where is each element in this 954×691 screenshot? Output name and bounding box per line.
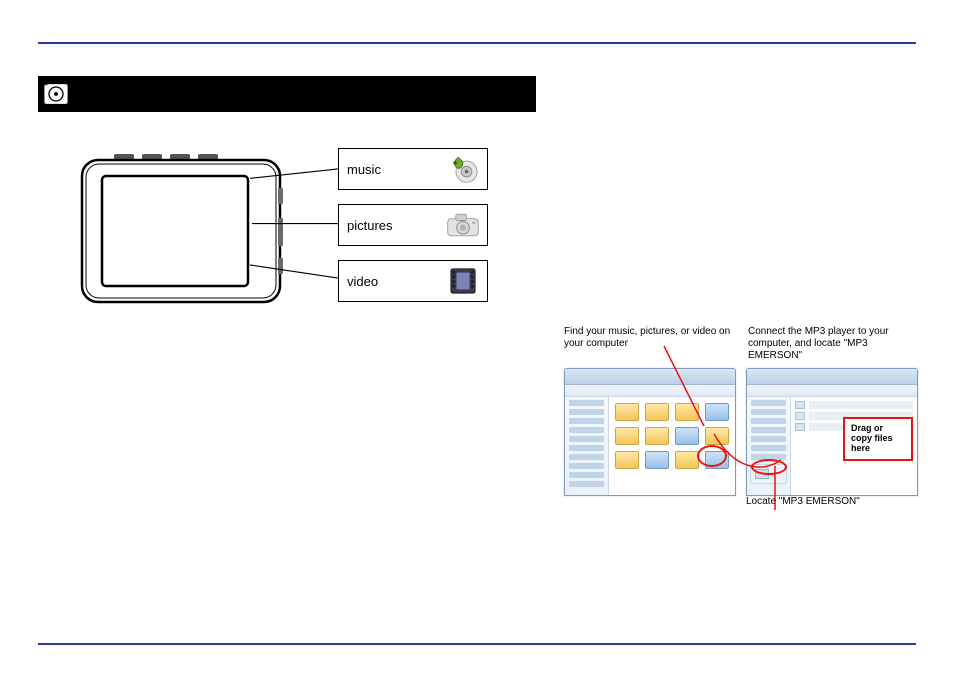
menu-item-music: music	[338, 148, 488, 190]
menu-label-video: video	[347, 274, 378, 289]
highlight-circle-drive	[751, 459, 787, 475]
callout-drag-copy: Drag or copy files here	[843, 417, 913, 461]
highlight-circle-source	[697, 445, 727, 467]
menu-label-pictures: pictures	[347, 218, 393, 233]
film-icon	[445, 265, 481, 297]
menu-item-video: video	[338, 260, 488, 302]
menu-label-music: music	[347, 162, 381, 177]
device-menu-diagram: music pictures	[78, 148, 488, 328]
explorer-window-source	[564, 368, 736, 496]
explorer-window-destination: Drag or copy files here	[746, 368, 918, 496]
instruction-text-right: Connect the MP3 player to your computer,…	[748, 326, 920, 362]
menu-item-pictures: pictures	[338, 204, 488, 246]
instruction-text-left: Find your music, pictures, or video on y…	[564, 326, 736, 362]
camera-icon	[445, 209, 481, 241]
section-header-bar	[38, 76, 536, 112]
speaker-music-icon	[445, 153, 481, 185]
mp3-player-illustration	[78, 154, 284, 306]
page-rule-top	[38, 42, 916, 44]
caption-locate-emerson: Locate "MP3 EMERSON"	[746, 496, 860, 508]
menu-item-list: music pictures	[338, 148, 488, 316]
page-rule-bottom	[38, 643, 916, 645]
disc-drive-icon	[42, 80, 70, 108]
instruction-block: Find your music, pictures, or video on y…	[564, 326, 920, 496]
